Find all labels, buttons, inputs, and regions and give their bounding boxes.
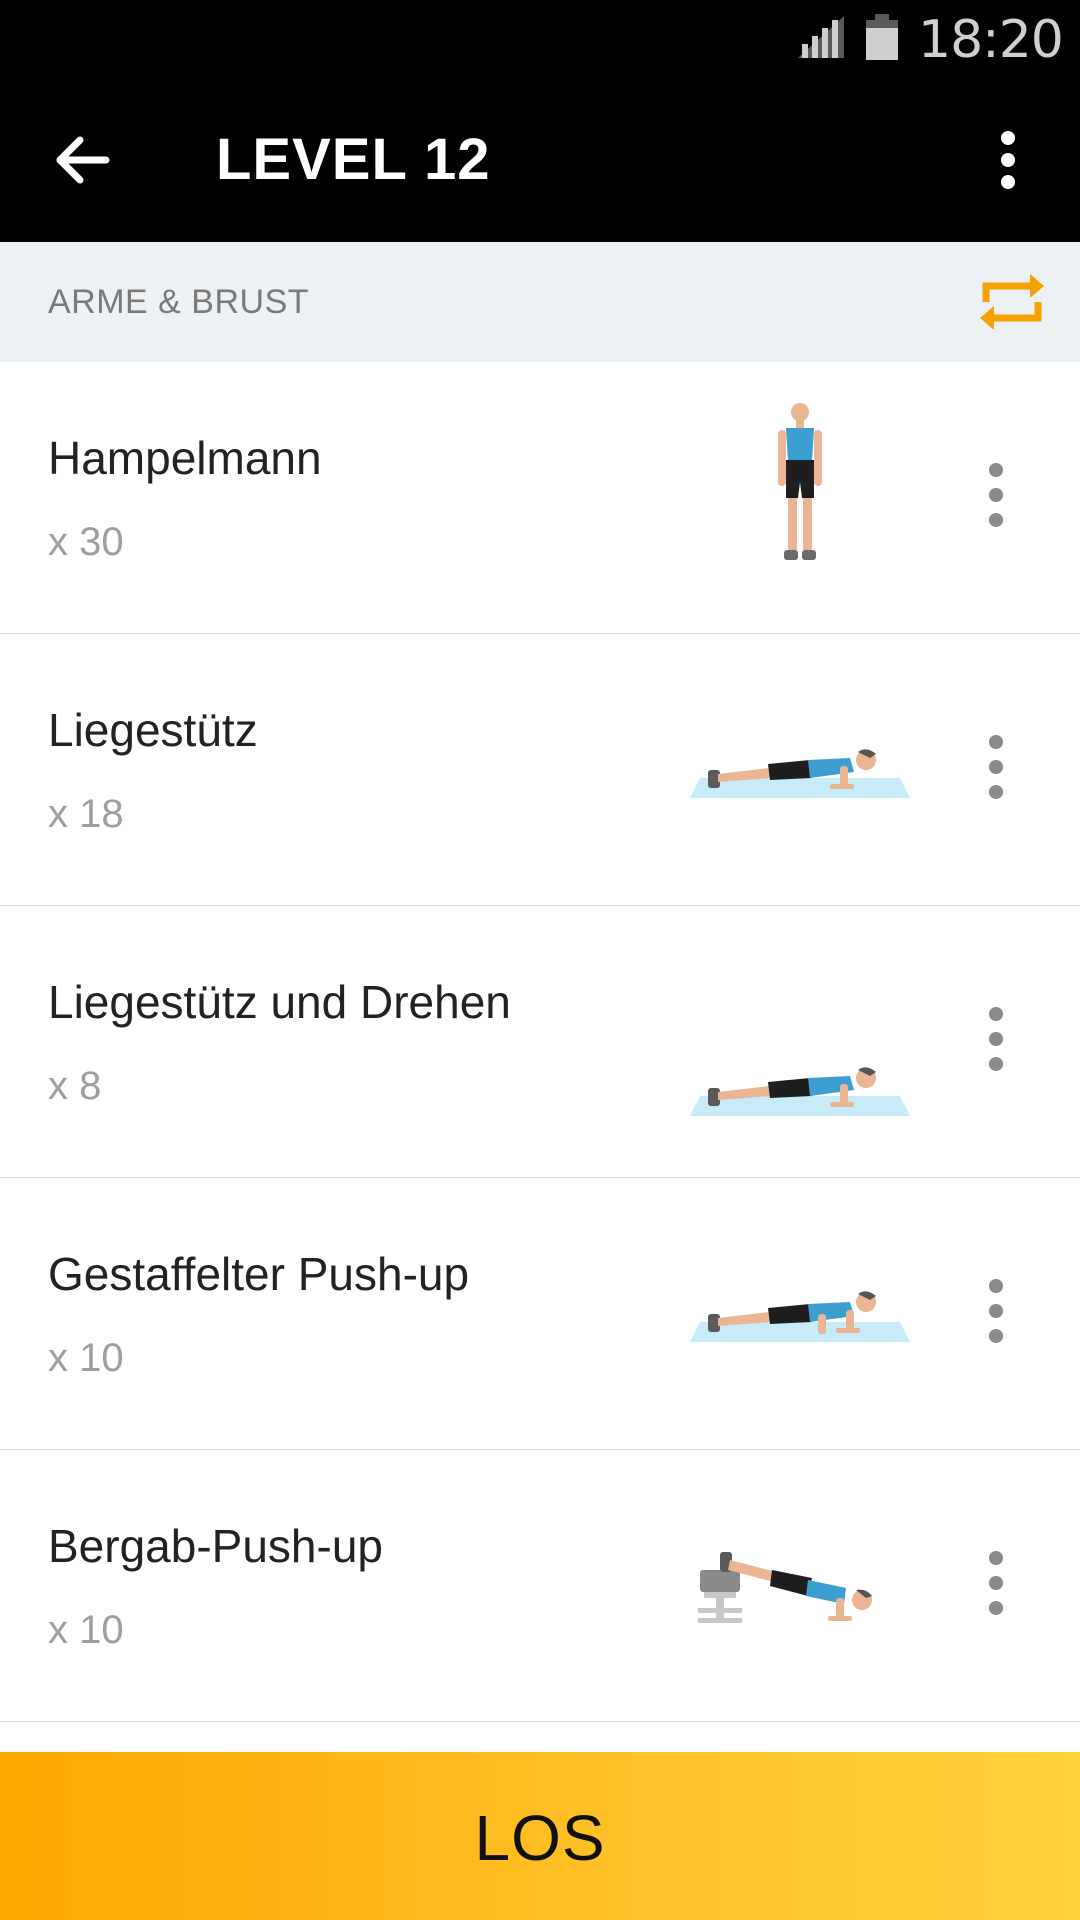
exercise-reps: x 8 (48, 1064, 102, 1108)
exercise-item-bergab-push-up[interactable]: Bergab-Push-up x 10 (0, 1450, 1080, 1722)
arrow-back-icon[interactable] (40, 120, 124, 200)
push-up-figure-icon (690, 749, 910, 798)
exercise-item-hampelmann[interactable]: Hampelmann x 30 (0, 362, 1080, 634)
decline-push-up-figure-icon (698, 1552, 872, 1623)
more-vert-icon[interactable] (966, 1538, 1026, 1628)
exercise-item-liegestuetz-und-drehen[interactable]: Liegestütz und Drehen x 8 (0, 906, 1080, 1178)
exercise-item-gestaffelter-push-up[interactable]: Gestaffelter Push-up x 10 (0, 1178, 1080, 1450)
exercise-list: Hampelmann x 30 Liegestütz x 18 Liegestü… (0, 362, 1080, 1722)
more-vert-icon[interactable] (966, 1266, 1026, 1356)
section-header: ARME & BRUST (0, 242, 1080, 362)
more-vert-icon[interactable] (966, 722, 1026, 812)
battery-icon (866, 14, 898, 60)
more-vert-icon[interactable] (980, 120, 1036, 200)
page-title: LEVEL 12 (216, 127, 491, 192)
exercise-reps: x 10 (48, 1336, 124, 1380)
app-bar: LEVEL 12 (0, 80, 1080, 242)
staggered-push-up-figure-icon (690, 1291, 910, 1342)
exercise-name: Hampelmann (48, 432, 322, 484)
repeat-icon[interactable] (976, 268, 1048, 336)
exercise-reps: x 30 (48, 520, 124, 564)
status-bar: 18:20 (0, 0, 1080, 80)
status-time: 18:20 (918, 10, 1064, 70)
exercise-reps: x 10 (48, 1608, 124, 1652)
screen: 18:20 LEVEL 12 ARME & BRUST Hampelmann x… (0, 0, 1080, 1920)
more-vert-icon[interactable] (966, 994, 1026, 1084)
start-button[interactable]: LOS (0, 1752, 1080, 1920)
start-button-label: LOS (474, 1802, 606, 1874)
exercise-reps: x 18 (48, 792, 124, 836)
exercise-name: Bergab-Push-up (48, 1520, 383, 1572)
exercise-name: Gestaffelter Push-up (48, 1248, 470, 1300)
jumping-jack-figure-icon (778, 403, 822, 560)
more-vert-icon[interactable] (966, 450, 1026, 540)
push-up-rotation-figure-icon (690, 1067, 910, 1116)
section-title: ARME & BRUST (48, 283, 310, 321)
exercise-name: Liegestütz (48, 704, 258, 756)
exercise-name: Liegestütz und Drehen (48, 976, 511, 1028)
exercise-item-liegestuetz[interactable]: Liegestütz x 18 (0, 634, 1080, 906)
signal-icon (798, 16, 844, 58)
